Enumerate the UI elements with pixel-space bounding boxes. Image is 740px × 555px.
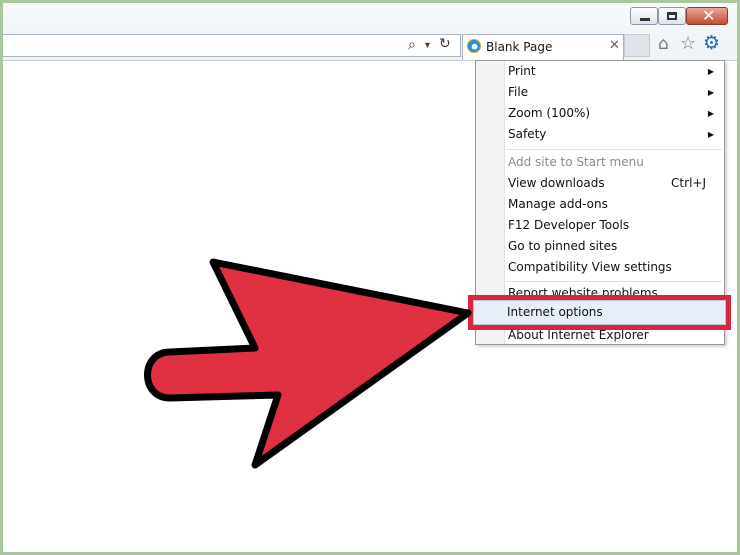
pointer-arrow-icon	[144, 258, 472, 469]
